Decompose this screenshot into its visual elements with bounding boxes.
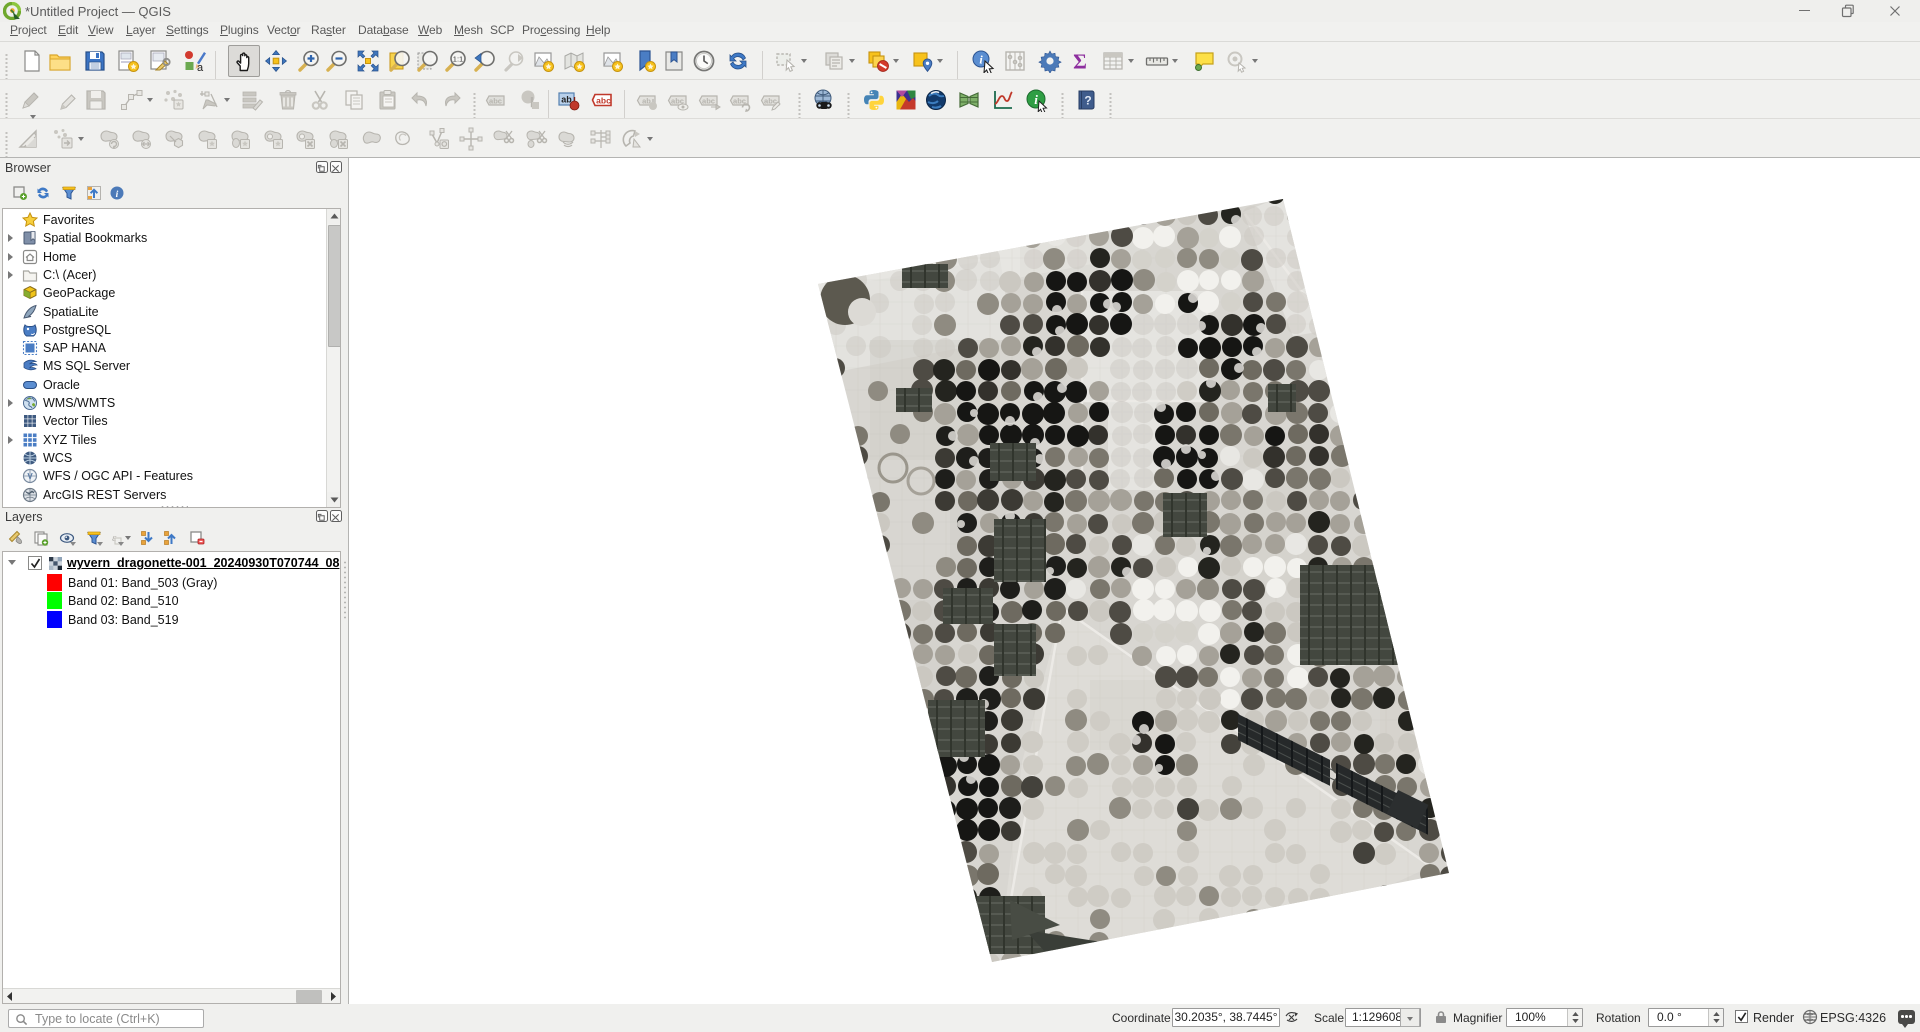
svg-text:Σ: Σ bbox=[1073, 50, 1087, 74]
svg-text:?: ? bbox=[1084, 94, 1091, 108]
svg-text:i: i bbox=[116, 190, 119, 200]
svg-text:abc: abc bbox=[764, 97, 777, 106]
svg-text:abc: abc bbox=[489, 97, 502, 106]
svg-text:V: V bbox=[27, 472, 33, 481]
svg-text:abc: abc bbox=[702, 97, 715, 106]
svg-text:1:1: 1:1 bbox=[453, 55, 463, 64]
svg-text:abc: abc bbox=[596, 96, 611, 106]
svg-text:i: i bbox=[1034, 92, 1038, 107]
svg-text:a: a bbox=[197, 62, 204, 73]
